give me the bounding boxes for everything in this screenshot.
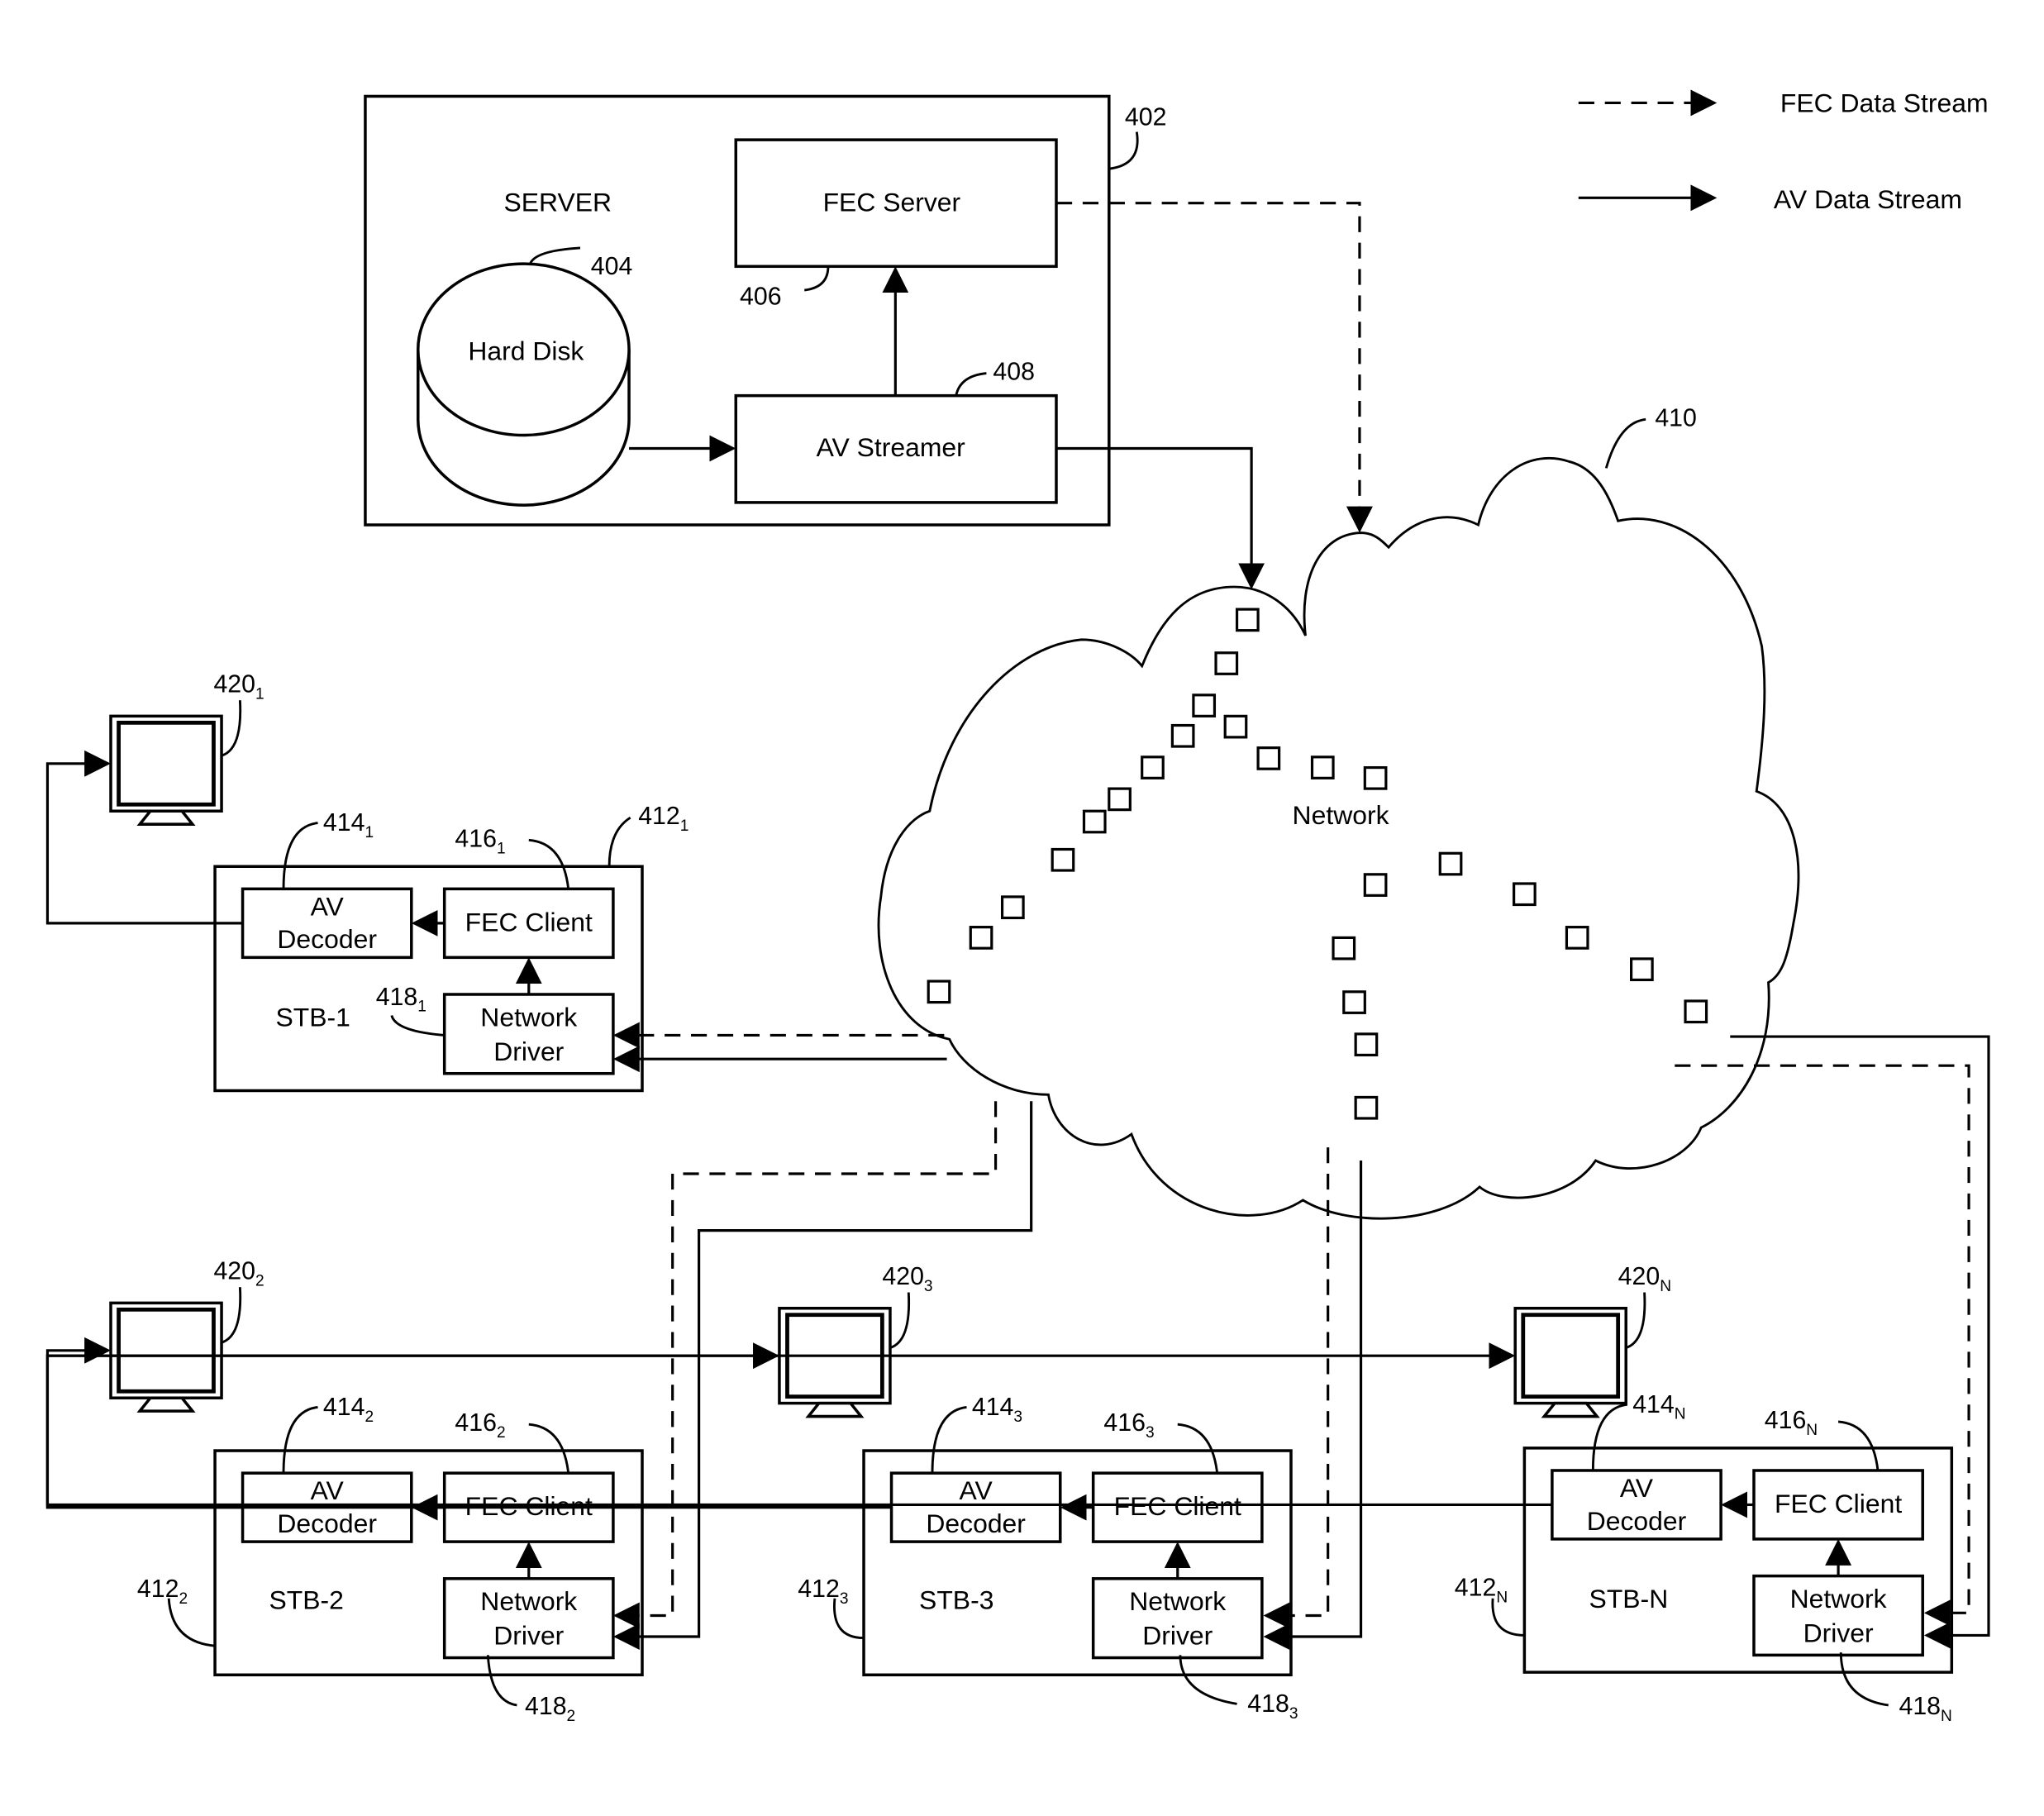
tv-ref-leader xyxy=(889,1292,911,1349)
av-decoder-ref: 4143 xyxy=(972,1394,1022,1426)
data-packet xyxy=(1513,882,1537,907)
network-driver-label-line2: Driver xyxy=(493,1037,564,1066)
fec-stream-legend-label: FEC Data Stream xyxy=(1780,88,1989,118)
server-ref-leader xyxy=(1108,131,1139,170)
stb-ref: 4123 xyxy=(798,1575,848,1608)
network-driver-label-line2: Driver xyxy=(493,1621,564,1651)
av-decoder-ref: 4141 xyxy=(323,809,374,841)
network-driver-label-line2: Driver xyxy=(1803,1618,1874,1647)
network-ref: 410 xyxy=(1655,404,1697,431)
fec-client-label: FEC Client xyxy=(1775,1489,1902,1518)
tv-monitor-icon xyxy=(109,714,223,826)
network-driver-label-line1: Network xyxy=(1790,1584,1887,1613)
data-packet xyxy=(1310,755,1335,779)
fec-server-ref: 406 xyxy=(740,284,782,311)
data-packet xyxy=(1256,746,1281,770)
data-packet xyxy=(1438,851,1463,876)
data-packet xyxy=(1332,936,1356,960)
network-ref-leader xyxy=(1604,417,1646,469)
set-top-boxes: AVDecoderFEC ClientNetworkDriverSTB-1414… xyxy=(45,671,1990,1725)
fec-client-ref: 416N xyxy=(1765,1407,1818,1439)
network-cloud: 410 Network xyxy=(877,404,1800,1220)
packets xyxy=(927,608,1708,1120)
network-driver-ref: 4183 xyxy=(1247,1690,1298,1723)
stb-label: STB-2 xyxy=(269,1585,343,1614)
data-packet xyxy=(1565,926,1589,950)
fec-client-label: FEC Client xyxy=(1114,1491,1241,1521)
data-packet xyxy=(1354,1032,1379,1056)
fec-client-ref: 4161 xyxy=(455,825,505,857)
hard-disk-ref: 404 xyxy=(591,253,633,280)
data-packet xyxy=(1363,873,1388,897)
data-packet xyxy=(1051,847,1075,872)
server-label: SERVER xyxy=(503,187,612,217)
server: SERVER 402 FEC Server 406 Hard Disk 404 … xyxy=(364,94,1167,527)
data-packet xyxy=(1000,895,1025,920)
av-decoder-label-line2: Decoder xyxy=(277,924,377,954)
legend: FEC Data Stream AV Data Stream xyxy=(1578,88,1989,214)
data-packet xyxy=(1108,787,1132,812)
data-packet xyxy=(1354,1095,1379,1120)
data-packet xyxy=(1630,957,1654,982)
av-decoder-label-line2: Decoder xyxy=(277,1509,377,1538)
tv-ref-leader xyxy=(221,1287,242,1344)
data-packet xyxy=(1342,990,1366,1014)
network-driver-label-line1: Network xyxy=(480,1002,577,1032)
data-packet xyxy=(1170,723,1195,748)
tv-monitor-icon xyxy=(1513,1306,1627,1418)
data-packet xyxy=(1192,694,1217,717)
av-decoder-label-line2: Decoder xyxy=(1587,1506,1687,1536)
fec-distribution-diagram: FEC Data Stream AV Data Stream SERVER 40… xyxy=(45,88,1990,1725)
stb-ref: 4121 xyxy=(638,803,688,835)
network-driver-ref: 418N xyxy=(1899,1693,1951,1725)
fec-server-label: FEC Server xyxy=(823,187,961,217)
tv-ref: 4203 xyxy=(882,1263,932,1295)
server-ref: 402 xyxy=(1125,104,1167,131)
stb-label: STB-3 xyxy=(919,1585,993,1614)
av-decoder-label-line1: AV xyxy=(311,1475,345,1505)
network-driver-label-line1: Network xyxy=(480,1586,577,1616)
fec-client-ref: 4163 xyxy=(1103,1409,1154,1442)
tv-ref-leader xyxy=(221,700,242,757)
av-streamer-ref: 408 xyxy=(993,359,1035,386)
stb-label: STB-1 xyxy=(275,1002,350,1032)
av-decoder-label-line1: AV xyxy=(311,891,345,921)
stb-ref-leader xyxy=(832,1598,865,1640)
av-decoder-label-line2: Decoder xyxy=(926,1509,1026,1538)
data-packet xyxy=(1223,714,1248,739)
fec-client-label: FEC Client xyxy=(465,907,593,937)
data-packet xyxy=(1235,608,1260,632)
hard-disk-label: Hard Disk xyxy=(468,336,584,366)
tv-monitor-icon xyxy=(778,1306,892,1418)
tv-ref: 4202 xyxy=(213,1258,264,1290)
data-packet xyxy=(1214,651,1239,675)
av-decoder-ref: 414N xyxy=(1632,1391,1685,1423)
network-driver-label-line1: Network xyxy=(1129,1586,1226,1616)
network-driver-ref: 4182 xyxy=(525,1693,575,1725)
data-packet xyxy=(927,979,951,1004)
data-packet xyxy=(1363,765,1388,790)
stb-ref: 412N xyxy=(1455,1575,1508,1607)
stb-1: AVDecoder FEC Client Network Driver STB-1 414… xyxy=(45,671,947,1093)
av-decoder-ref: 4142 xyxy=(323,1394,374,1426)
data-packet xyxy=(1684,999,1708,1024)
tv-ref-leader xyxy=(1625,1292,1646,1349)
cloud-outline xyxy=(877,457,1800,1220)
av-streamer-label: AV Streamer xyxy=(817,432,966,462)
stb-label: STB-N xyxy=(1589,1584,1669,1613)
stb-ref: 4122 xyxy=(137,1575,188,1608)
tv-ref: 4201 xyxy=(213,671,264,703)
fec-client-ref: 4162 xyxy=(455,1409,505,1442)
av-decoder-label-line1: AV xyxy=(960,1475,993,1505)
data-packet xyxy=(969,926,993,950)
network-driver-label-line2: Driver xyxy=(1142,1621,1213,1651)
data-packet xyxy=(1141,755,1165,779)
stb-ref-leader xyxy=(167,1598,216,1647)
av-decoder-label-line1: AV xyxy=(1620,1473,1654,1503)
stb-ref-leader xyxy=(607,816,631,867)
tv-ref: 420N xyxy=(1618,1263,1671,1295)
network-label: Network xyxy=(1293,800,1389,830)
av-stream-legend-label: AV Data Stream xyxy=(1774,184,1962,214)
data-packet xyxy=(1082,809,1107,834)
